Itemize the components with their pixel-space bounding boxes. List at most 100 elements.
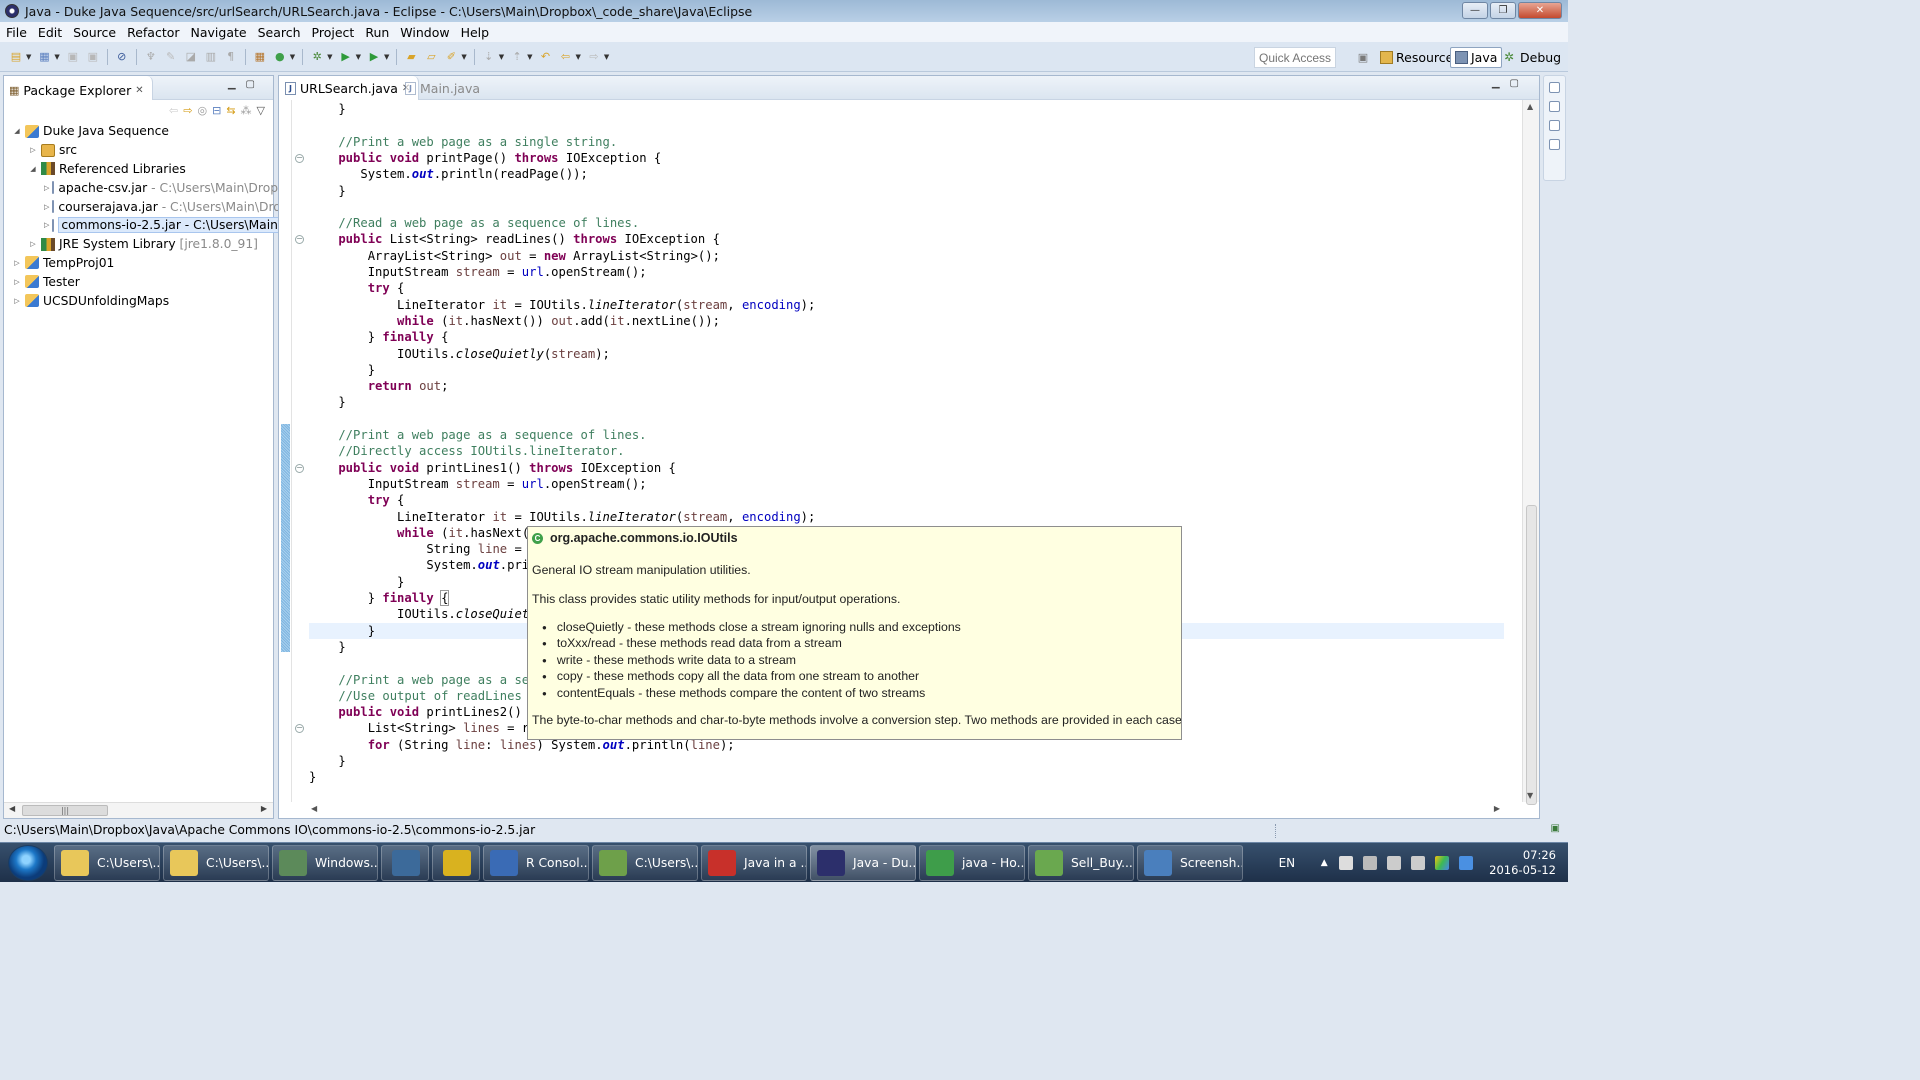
menu-navigate[interactable]: Navigate: [191, 25, 247, 40]
expand-icon[interactable]: ▷: [12, 259, 22, 267]
tree-item[interactable]: ▷ courserajava.jar - C:\Users\Main\Drop: [4, 197, 289, 216]
doc-icon[interactable]: ▥: [204, 50, 218, 64]
save-all-icon[interactable]: ▣: [86, 50, 100, 64]
tree-item[interactable]: ▷ src: [4, 141, 273, 160]
new-package-icon[interactable]: ▦: [37, 50, 51, 64]
close-button[interactable]: ✕: [1518, 2, 1562, 19]
editor-minimize-maximize[interactable]: ▁▢: [1492, 78, 1529, 89]
tab-package-explorer[interactable]: ▦ Package Explorer ✕: [4, 76, 153, 100]
scroll-down-icon[interactable]: ▼: [1527, 791, 1533, 800]
expand-icon[interactable]: ▷: [28, 240, 38, 248]
power-icon[interactable]: [1387, 856, 1402, 870]
link-with-editor-icon[interactable]: ⇆: [226, 104, 235, 117]
scrollbar-thumb[interactable]: [1526, 505, 1537, 805]
menu-refactor[interactable]: Refactor: [127, 25, 179, 40]
debug-dropdown[interactable]: ▼: [327, 53, 332, 61]
menu-run[interactable]: Run: [365, 25, 389, 40]
action-center-flag-icon[interactable]: [1339, 856, 1354, 870]
hover-class-name[interactable]: org.apache.commons.io.IOUtils: [550, 531, 738, 545]
fold-collapse-icon[interactable]: −: [295, 235, 304, 245]
clock[interactable]: 07:26 2016-05-12: [1489, 848, 1556, 878]
scroll-up-icon[interactable]: ▲: [1527, 102, 1533, 111]
outline-icon[interactable]: [1549, 82, 1560, 93]
pen-icon[interactable]: ✎: [164, 50, 178, 64]
quick-access-input[interactable]: [1254, 47, 1336, 68]
javadoc-icon[interactable]: [1549, 139, 1560, 150]
volume-icon[interactable]: [1411, 856, 1426, 870]
taskbar-item[interactable]: Java in a ...: [701, 844, 807, 881]
progress-icon[interactable]: ▣: [1551, 823, 1560, 834]
new-class-dropdown[interactable]: ▼: [290, 53, 295, 61]
taskbar-item[interactable]: [381, 844, 429, 881]
expand-icon[interactable]: ▷: [44, 221, 49, 229]
ant-icon[interactable]: ♆: [144, 50, 158, 64]
dropbox-icon[interactable]: [1459, 856, 1474, 870]
taskbar-item[interactable]: Sell_Buy...: [1028, 844, 1134, 881]
taskbar-item[interactable]: R Consol...: [483, 844, 589, 881]
tree-item[interactable]: ▷ JRE System Library [jre1.8.0_91]: [4, 235, 273, 254]
taskbar-item[interactable]: Screensh...: [1137, 844, 1243, 881]
menu-file[interactable]: File: [6, 25, 27, 40]
tree-item[interactable]: ◢ Referenced Libraries: [4, 160, 273, 179]
expand-icon[interactable]: ▷: [28, 146, 38, 154]
task-list-icon[interactable]: [1549, 101, 1560, 112]
scroll-right-icon[interactable]: ▶: [1494, 804, 1500, 813]
forward-dropdown[interactable]: ▼: [604, 53, 609, 61]
open-task-icon[interactable]: ▱: [424, 50, 438, 64]
skip-breakpoints-icon[interactable]: ⊘: [115, 50, 129, 64]
last-edit-icon[interactable]: ↶: [539, 50, 553, 64]
maximize-button[interactable]: ❐: [1490, 2, 1516, 19]
taskbar-item[interactable]: C:\Users\...: [592, 844, 698, 881]
scroll-right-icon[interactable]: ▶: [261, 804, 267, 813]
perspective-java[interactable]: Java: [1450, 47, 1503, 68]
run-icon[interactable]: ▶: [339, 50, 353, 64]
open-type-icon[interactable]: ▰: [404, 50, 418, 64]
problems-icon[interactable]: [1549, 120, 1560, 131]
tree-item[interactable]: ◢ Duke Java Sequence: [4, 122, 273, 141]
google-drive-icon[interactable]: [1435, 856, 1450, 870]
save-icon[interactable]: ▣: [66, 50, 80, 64]
menu-project[interactable]: Project: [312, 25, 355, 40]
expand-icon[interactable]: ▷: [12, 297, 22, 305]
console-icon[interactable]: ◪: [184, 50, 198, 64]
debug-icon[interactable]: ✲: [310, 50, 324, 64]
vertical-scrollbar[interactable]: ▲ ▼: [1522, 100, 1539, 805]
tree-item[interactable]: ▷ TempProj01: [4, 254, 273, 273]
menu-window[interactable]: Window: [400, 25, 449, 40]
expand-icon[interactable]: ▷: [44, 184, 49, 192]
filters-icon[interactable]: ⁂: [241, 104, 252, 117]
horizontal-scrollbar[interactable]: ◀ ||| ▶: [4, 802, 273, 818]
forward-icon[interactable]: ⇨: [587, 50, 601, 64]
next-annotation-icon[interactable]: ⇣: [482, 50, 496, 64]
scrollbar-thumb[interactable]: |||: [22, 805, 108, 816]
tree-item[interactable]: ▷ UCSDUnfoldingMaps: [4, 291, 273, 310]
panel-minimize-maximize[interactable]: ▁▢: [228, 79, 265, 90]
fold-collapse-icon[interactable]: −: [295, 153, 304, 163]
collapse-all-icon[interactable]: ⊟: [212, 104, 221, 117]
new-package-dropdown[interactable]: ▼: [54, 53, 59, 61]
run-dropdown[interactable]: ▼: [356, 53, 361, 61]
fold-collapse-icon[interactable]: −: [295, 724, 304, 734]
forward-icon[interactable]: ⇨: [183, 104, 192, 117]
up-icon[interactable]: ◎: [197, 104, 207, 117]
network-icon[interactable]: [1363, 856, 1378, 870]
tab-main-java[interactable]: J Main.java: [399, 76, 488, 100]
coverage-icon[interactable]: ▶: [367, 50, 381, 64]
scroll-left-icon[interactable]: ◀: [9, 804, 15, 813]
taskbar-item[interactable]: [432, 844, 480, 881]
taskbar-item[interactable]: C:\Users\...: [54, 844, 160, 881]
taskbar-item[interactable]: C:\Users\...: [163, 844, 269, 881]
new-icon[interactable]: ▤: [9, 50, 23, 64]
expand-icon[interactable]: ▷: [44, 203, 49, 211]
language-indicator[interactable]: EN: [1279, 856, 1296, 870]
back-icon[interactable]: ⇦: [559, 50, 573, 64]
view-menu-icon[interactable]: ▽: [257, 104, 265, 117]
collapse-icon[interactable]: ◢: [28, 165, 38, 173]
menu-edit[interactable]: Edit: [38, 25, 62, 40]
start-button[interactable]: [8, 844, 48, 881]
pilcrow-icon[interactable]: ¶: [224, 50, 238, 64]
scroll-left-icon[interactable]: ◀: [311, 804, 317, 813]
taskbar-item[interactable]: java - Ho...: [919, 844, 1025, 881]
collapse-icon[interactable]: ◢: [12, 127, 22, 135]
new-class-icon[interactable]: ●: [273, 50, 287, 64]
